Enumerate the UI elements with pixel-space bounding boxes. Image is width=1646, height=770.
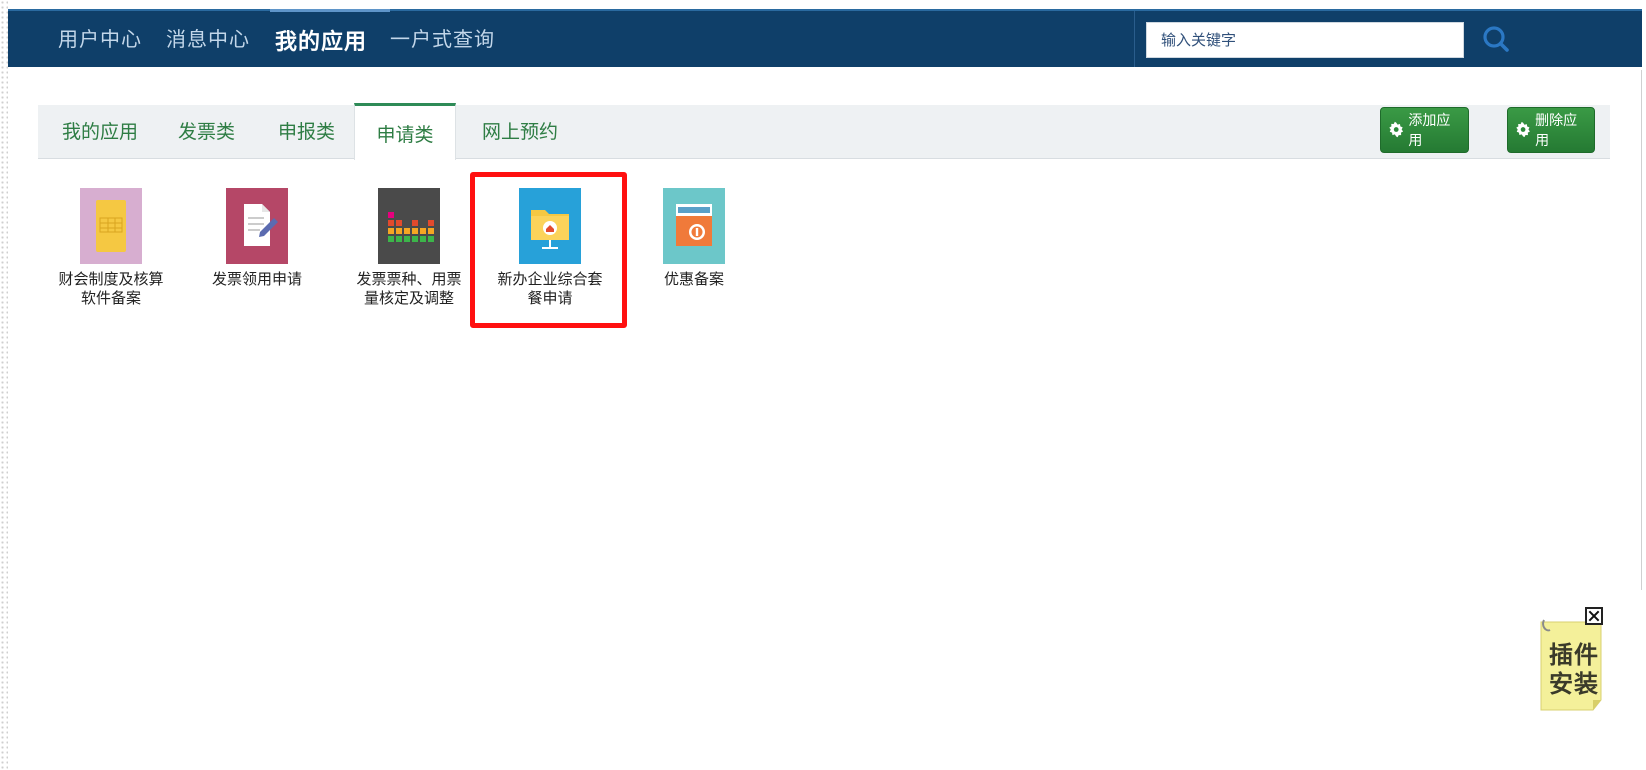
app-invoice-request[interactable]: 发票领用申请 xyxy=(197,188,317,289)
delete-app-button[interactable]: 删除应用 xyxy=(1507,107,1595,153)
scrollbar[interactable] xyxy=(1641,70,1646,590)
app-label-line2: 量核定及调整 xyxy=(363,289,454,307)
equalizer-icon xyxy=(378,188,440,264)
edit-document-icon xyxy=(226,188,288,264)
app-label-line2: 餐申请 xyxy=(527,289,573,307)
top-nav-separator xyxy=(1134,11,1135,67)
add-app-button[interactable]: 添加应用 xyxy=(1380,107,1469,153)
top-nav-user-center[interactable]: 用户中心 xyxy=(58,23,142,52)
app-label-line1: 发票票种、用票 xyxy=(356,270,462,288)
plugin-line2: 安装 xyxy=(1549,670,1599,698)
app-label-line1: 新办企业综合套 xyxy=(497,270,603,288)
app-invoice-type-approval[interactable]: 发票票种、用票 量核定及调整 xyxy=(349,188,469,308)
delete-app-label: 删除应用 xyxy=(1535,113,1578,149)
discount-card-icon xyxy=(663,188,725,264)
app-accounting-software-filing[interactable]: 财会制度及核算 软件备案 xyxy=(51,188,171,308)
gear-icon xyxy=(1389,121,1404,138)
tab-application[interactable]: 申请类 xyxy=(354,103,456,160)
plugin-install-text[interactable]: 插件 安装 xyxy=(1546,641,1602,699)
page: 用户中心 消息中心 我的应用 一户式查询 我的应用 发票类 申报类 申请类 网上… xyxy=(0,0,1646,770)
document-yellow-icon xyxy=(80,188,142,264)
app-label-line1: 发票领用申请 xyxy=(211,270,302,288)
search-icon[interactable] xyxy=(1476,19,1518,61)
tab-my-apps[interactable]: 我的应用 xyxy=(62,117,138,144)
top-nav-one-stop-query[interactable]: 一户式查询 xyxy=(390,23,495,52)
category-tab-bar: 我的应用 发票类 申报类 申请类 网上预约 xyxy=(38,103,1610,160)
top-nav-message-center[interactable]: 消息中心 xyxy=(166,23,250,52)
plugin-line1: 插件 xyxy=(1549,641,1599,669)
home-folder-icon xyxy=(519,188,581,264)
gear-icon xyxy=(1516,121,1530,138)
tab-online-appointment[interactable]: 网上预约 xyxy=(482,117,558,144)
top-nav-active-indicator xyxy=(270,9,390,12)
left-dotted-edge xyxy=(0,0,8,770)
close-icon[interactable] xyxy=(1585,607,1603,625)
top-nav-my-apps[interactable]: 我的应用 xyxy=(275,24,367,56)
app-label-line1: 财会制度及核算 xyxy=(58,270,164,288)
tab-invoice[interactable]: 发票类 xyxy=(178,117,235,144)
tab-declaration[interactable]: 申报类 xyxy=(278,117,335,144)
app-label-line2: 软件备案 xyxy=(80,289,141,307)
top-nav-bar: 用户中心 消息中心 我的应用 一户式查询 xyxy=(8,9,1642,67)
add-app-label: 添加应用 xyxy=(1408,113,1451,149)
app-new-enterprise-package[interactable]: 新办企业综合套 餐申请 xyxy=(490,188,610,308)
search-input[interactable] xyxy=(1146,22,1464,58)
app-preferential-filing[interactable]: 优惠备案 xyxy=(634,188,754,289)
app-label-line1: 优惠备案 xyxy=(663,270,724,288)
